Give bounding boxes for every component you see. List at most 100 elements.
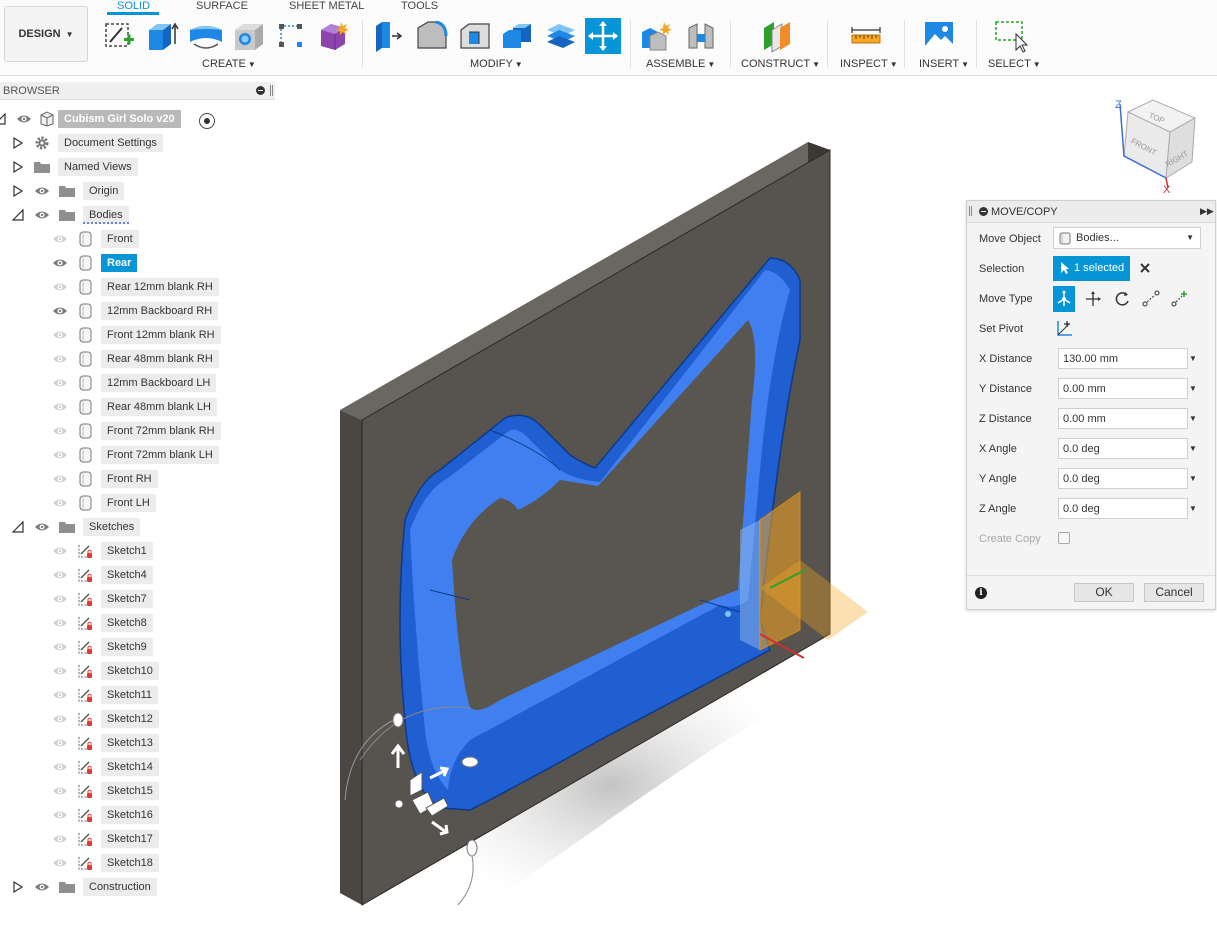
body-label[interactable]: Front <box>101 230 139 248</box>
sketch-label[interactable]: Sketch15 <box>101 782 159 800</box>
eye-hidden-icon[interactable] <box>52 689 68 701</box>
eye-icon[interactable] <box>34 521 50 533</box>
combine-icon[interactable] <box>499 18 535 54</box>
sketch-label[interactable]: Sketch10 <box>101 662 159 680</box>
construct-menu[interactable]: CONSTRUCT ▼ <box>741 58 820 70</box>
eye-hidden-icon[interactable] <box>52 785 68 797</box>
insert-image-icon[interactable] <box>921 18 957 54</box>
y-distance-input[interactable] <box>1058 378 1188 399</box>
pattern-icon[interactable] <box>273 18 309 54</box>
eye-icon[interactable] <box>16 113 32 125</box>
cancel-button[interactable]: Cancel <box>1144 583 1204 602</box>
eye-icon[interactable] <box>52 257 68 269</box>
x-angle-input[interactable] <box>1058 438 1188 459</box>
measure-icon[interactable] <box>848 18 884 54</box>
eye-hidden-icon[interactable] <box>52 401 68 413</box>
move-object-dropdown[interactable]: Bodies... ▼ <box>1053 227 1201 249</box>
point-to-position-move-type[interactable] <box>1169 286 1191 312</box>
tree-label[interactable]: Document Settings <box>58 134 163 152</box>
eye-hidden-icon[interactable] <box>52 665 68 677</box>
revolve-icon[interactable] <box>188 18 224 54</box>
tree-label[interactable]: Bodies <box>83 206 129 224</box>
ok-button[interactable]: OK <box>1074 583 1134 602</box>
eye-hidden-icon[interactable] <box>52 833 68 845</box>
eye-hidden-icon[interactable] <box>52 569 68 581</box>
extrude-icon[interactable] <box>145 18 181 54</box>
expand-open-icon[interactable] <box>0 112 6 125</box>
insert-menu[interactable]: INSERT ▼ <box>919 58 969 70</box>
expand-closed-icon[interactable] <box>12 136 24 150</box>
expand-panel-icon[interactable]: ▶▶ <box>1200 206 1214 217</box>
eye-icon[interactable] <box>34 209 50 221</box>
set-pivot-icon[interactable] <box>1055 318 1075 338</box>
create-copy-checkbox[interactable] <box>1058 532 1070 544</box>
eye-hidden-icon[interactable] <box>52 425 68 437</box>
expand-open-icon[interactable] <box>11 520 24 533</box>
chevron-down-icon[interactable]: ▼ <box>1189 504 1197 513</box>
eye-hidden-icon[interactable] <box>52 233 68 245</box>
body-label[interactable]: Front 72mm blank RH <box>101 422 221 440</box>
body-label[interactable]: Rear 12mm blank RH <box>101 278 219 296</box>
sketch-label[interactable]: Sketch9 <box>101 638 153 656</box>
hole-icon[interactable] <box>231 18 267 54</box>
info-icon[interactable]: i <box>975 587 987 599</box>
chamfer-icon[interactable] <box>457 18 493 54</box>
sketch-label[interactable]: Sketch7 <box>101 590 153 608</box>
z-distance-input[interactable] <box>1058 408 1188 429</box>
eye-hidden-icon[interactable] <box>52 497 68 509</box>
inspect-menu[interactable]: INSPECT ▼ <box>840 58 898 70</box>
press-pull-icon[interactable] <box>370 18 406 54</box>
sketch-label[interactable]: Sketch17 <box>101 830 159 848</box>
free-move-type[interactable] <box>1053 286 1075 312</box>
fillet-icon[interactable] <box>414 18 450 54</box>
chevron-down-icon[interactable]: ▼ <box>1189 444 1197 453</box>
create-menu[interactable]: CREATE ▼ <box>202 58 256 70</box>
chevron-down-icon[interactable]: ▼ <box>1189 414 1197 423</box>
tab-surface[interactable]: SURFACE <box>196 0 248 12</box>
eye-hidden-icon[interactable] <box>52 713 68 725</box>
minimize-panel-icon[interactable] <box>979 207 988 216</box>
sketch-label[interactable]: Sketch18 <box>101 854 159 872</box>
body-label[interactable]: Front RH <box>101 470 158 488</box>
sketch-label[interactable]: Sketch4 <box>101 566 153 584</box>
eye-hidden-icon[interactable] <box>52 617 68 629</box>
activate-component-icon[interactable] <box>199 113 215 129</box>
eye-icon[interactable] <box>52 305 68 317</box>
eye-icon[interactable] <box>34 185 50 197</box>
sketch-label[interactable]: Sketch12 <box>101 710 159 728</box>
eye-hidden-icon[interactable] <box>52 593 68 605</box>
create-form-icon[interactable] <box>315 18 351 54</box>
sketches-label[interactable]: Sketches <box>83 518 141 536</box>
eye-hidden-icon[interactable] <box>52 641 68 653</box>
drag-handle-icon[interactable] <box>969 206 972 216</box>
browser-pin-icon[interactable] <box>270 85 273 96</box>
selection-button[interactable]: 1 selected <box>1053 256 1130 281</box>
sketch-label[interactable]: Sketch13 <box>101 734 159 752</box>
expand-open-icon[interactable] <box>11 208 24 221</box>
offset-plane-icon[interactable] <box>758 18 794 54</box>
create-sketch-icon[interactable] <box>102 18 138 54</box>
body-label[interactable]: Front 72mm blank LH <box>101 446 219 464</box>
body-label[interactable]: Rear <box>101 254 138 272</box>
chevron-down-icon[interactable]: ▼ <box>1189 384 1197 393</box>
select-menu[interactable]: SELECT ▼ <box>988 58 1041 70</box>
eye-hidden-icon[interactable] <box>52 329 68 341</box>
translate-move-type[interactable] <box>1082 286 1104 312</box>
view-cube[interactable]: TOP FRONT RIGHT Z X <box>1115 99 1197 196</box>
tree-label[interactable]: Named Views <box>58 158 138 176</box>
design-workspace-button[interactable]: DESIGN ▼ <box>4 6 88 62</box>
tree-label[interactable]: Origin <box>83 182 125 200</box>
body-label[interactable]: Front 12mm blank RH <box>101 326 221 344</box>
window-select-icon[interactable] <box>992 18 1028 54</box>
eye-hidden-icon[interactable] <box>52 377 68 389</box>
expand-closed-icon[interactable] <box>12 880 24 894</box>
body-label[interactable]: 12mm Backboard LH <box>101 374 217 392</box>
chevron-down-icon[interactable]: ▼ <box>1189 354 1197 363</box>
body-label[interactable]: 12mm Backboard RH <box>101 302 219 320</box>
body-label[interactable]: Rear 48mm blank LH <box>101 398 217 416</box>
eye-hidden-icon[interactable] <box>52 281 68 293</box>
body-label[interactable]: Rear 48mm blank RH <box>101 350 219 368</box>
eye-hidden-icon[interactable] <box>52 737 68 749</box>
root-component-label[interactable]: Cubism Girl Solo v20 <box>58 110 181 128</box>
expand-closed-icon[interactable] <box>12 184 24 198</box>
